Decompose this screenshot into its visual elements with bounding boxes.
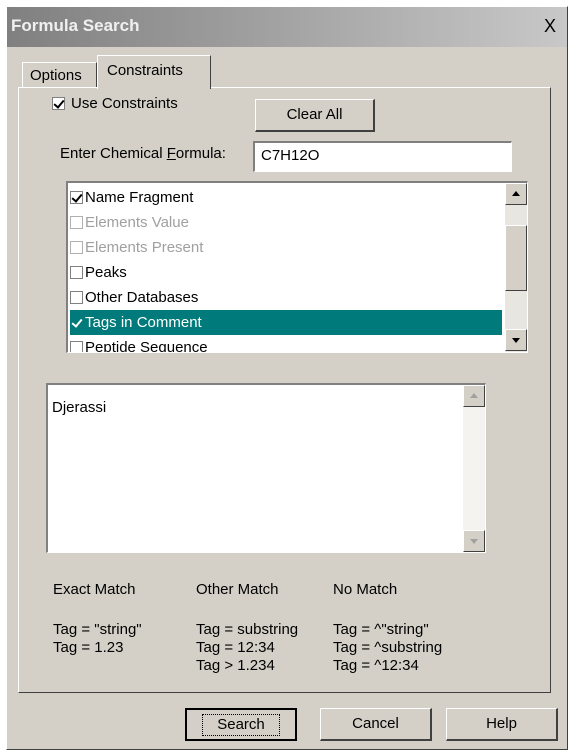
checkbox-icon[interactable] (70, 340, 83, 352)
help-line: Tag = 1.23 (53, 639, 124, 656)
list-item-elements-value[interactable]: Elements Value (70, 210, 502, 235)
scroll-up-button[interactable] (505, 183, 527, 205)
help-line: Tag = ^substring (333, 639, 443, 656)
exact-match-heading: Exact Match (53, 581, 136, 598)
list-item-other-databases[interactable]: Other Databases (70, 285, 502, 310)
no-match-heading: No Match (333, 581, 398, 598)
close-icon[interactable]: X (539, 15, 561, 37)
arrow-up-icon (470, 393, 478, 398)
constraint-listbox[interactable]: Name Fragment Elements Value Elements Pr… (66, 181, 528, 353)
checkbox-icon[interactable] (70, 215, 83, 229)
search-button-label: Search (202, 714, 280, 736)
search-button[interactable]: Search (185, 708, 297, 741)
use-constraints-label: Use Constraints (71, 94, 178, 112)
checkbox-checked-icon[interactable] (70, 315, 83, 329)
list-item-elements-present[interactable]: Elements Present (70, 235, 502, 260)
checkbox-icon[interactable] (70, 265, 83, 279)
list-item-peaks[interactable]: Peaks (70, 260, 502, 285)
other-match-heading: Other Match (196, 581, 279, 598)
scroll-down-button[interactable] (505, 329, 527, 351)
cancel-button[interactable]: Cancel (320, 708, 432, 741)
help-line: Tag = ^12:34 (333, 657, 419, 674)
checkbox-checked-icon[interactable] (52, 96, 65, 110)
comment-text[interactable]: Djerassi (52, 399, 106, 416)
help-line: Tag = 12:34 (196, 639, 275, 656)
list-item-tags-in-comment[interactable]: Tags in Comment (70, 310, 502, 335)
scroll-thumb[interactable] (505, 225, 527, 291)
checkbox-icon[interactable] (70, 240, 83, 254)
list-item-name-fragment[interactable]: Name Fragment (70, 185, 502, 210)
list-scrollbar[interactable] (505, 183, 527, 352)
help-line: Tag = "string" (53, 621, 142, 638)
checkbox-icon[interactable] (70, 290, 83, 304)
clear-all-button[interactable]: Clear All (255, 99, 375, 132)
title-bar: Formula Search X (7, 7, 567, 47)
checkbox-checked-icon[interactable] (70, 190, 83, 204)
arrow-down-icon (470, 539, 478, 544)
window-title: Formula Search (11, 16, 140, 35)
scroll-down-button[interactable] (463, 530, 485, 552)
use-constraints-checkbox[interactable]: Use Constraints (52, 94, 178, 112)
help-line: Tag = ^"string" (333, 621, 429, 638)
tab-options[interactable]: Options (22, 62, 97, 88)
scroll-up-button[interactable] (463, 385, 485, 407)
help-line: Tag > 1.234 (196, 657, 275, 674)
tab-constraints[interactable]: Constraints (97, 55, 211, 89)
formula-label: Enter Chemical Formula: (60, 145, 226, 162)
arrow-down-icon (512, 338, 520, 343)
help-button[interactable]: Help (446, 708, 558, 741)
arrow-up-icon (512, 191, 520, 196)
help-line: Tag = substring (196, 621, 299, 638)
text-scrollbar[interactable] (463, 385, 485, 552)
comment-text-area[interactable]: Djerassi (46, 383, 486, 553)
list-item-peptide-sequence[interactable]: Peptide Sequence (70, 335, 502, 352)
chemical-formula-input[interactable]: C7H12O (253, 141, 512, 172)
